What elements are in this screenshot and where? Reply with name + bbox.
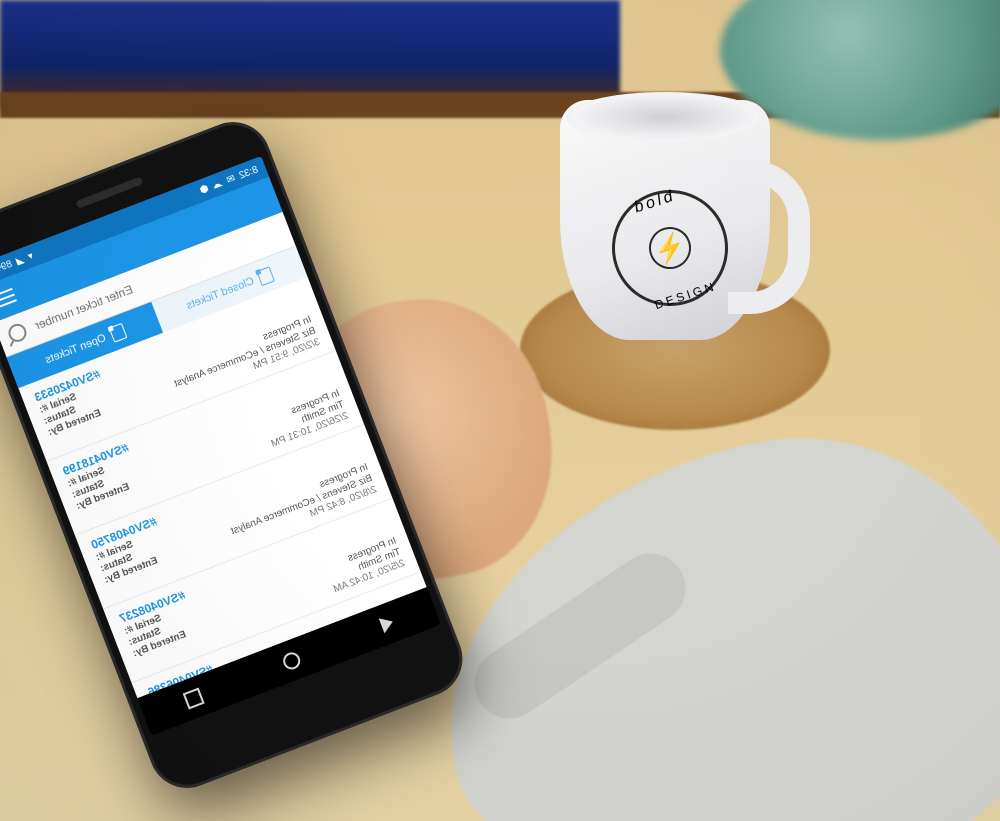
coffee-mug: bold ⚡ DESIGN	[560, 100, 810, 360]
notification-icon: ✉	[225, 173, 237, 186]
wifi-icon: ▾	[26, 250, 35, 262]
notification-icon: ⬢	[198, 183, 210, 196]
photo-scene: bold ⚡ DESIGN 8:32 ✉ ☁ ⬢ ▾	[0, 0, 1000, 821]
ticket-icon	[256, 266, 275, 286]
search-icon[interactable]	[6, 321, 29, 344]
back-icon[interactable]	[379, 614, 396, 633]
hamburger-menu-icon[interactable]	[0, 288, 17, 308]
notification-icon: ☁	[211, 177, 224, 191]
ticket-icon	[108, 323, 127, 343]
battery-percent: 89%	[0, 258, 14, 275]
bolt-icon: ⚡	[644, 222, 697, 275]
status-time: 8:32	[237, 164, 259, 181]
signal-icon: ◢	[14, 254, 25, 267]
recents-icon[interactable]	[183, 687, 205, 709]
home-icon[interactable]	[281, 649, 303, 671]
